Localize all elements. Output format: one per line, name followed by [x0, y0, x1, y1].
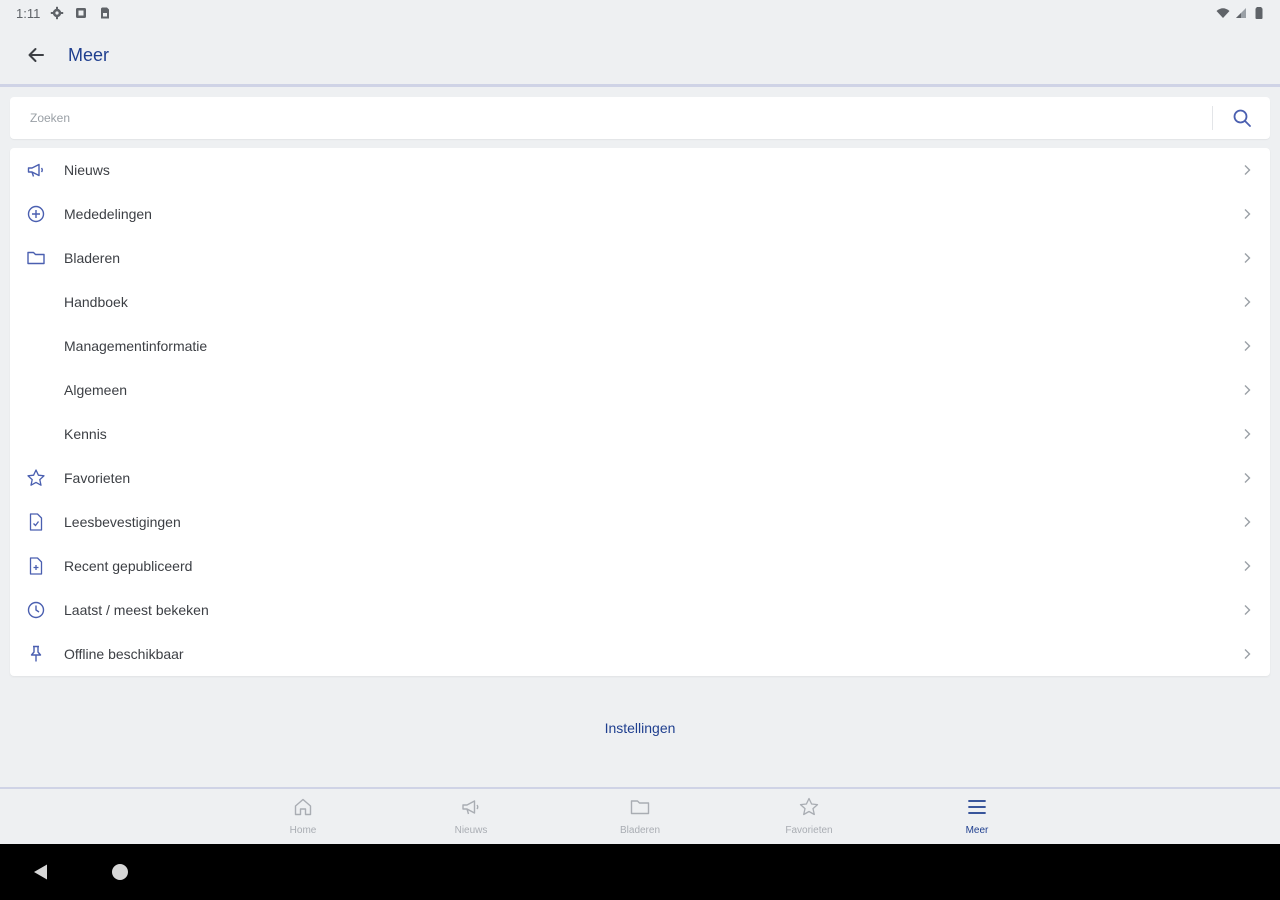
battery-icon	[1255, 7, 1263, 19]
nav-label: Bladeren	[619, 825, 661, 836]
chevron-right-icon	[1244, 297, 1251, 307]
nav-label: Home	[289, 825, 317, 836]
menu-item-label: Handboek	[64, 294, 128, 310]
chevron-right-icon	[1244, 429, 1251, 439]
chevron-right-icon	[1244, 473, 1251, 483]
chevron-right-icon	[1244, 253, 1251, 263]
chevron-right-icon	[1244, 561, 1251, 571]
menu-item-managementinformatie[interactable]: Managementinformatie	[10, 324, 1270, 368]
nav-nieuws[interactable]: Nieuws	[421, 795, 521, 841]
plus-circle-icon	[26, 204, 46, 224]
bottom-navigation: Home Nieuws Bladeren Favorieten Meer	[0, 787, 1280, 844]
page-title: Meer	[68, 44, 110, 65]
chevron-right-icon	[1244, 649, 1251, 659]
chevron-right-icon	[1244, 605, 1251, 615]
document-plus-icon	[26, 556, 46, 576]
menu-icon	[965, 795, 989, 819]
menu-item-favorieten[interactable]: Favorieten	[10, 456, 1270, 500]
notification-square-icon	[76, 8, 87, 18]
menu-list: Nieuws Mededelingen Bladeren Handboek Ma…	[10, 148, 1270, 676]
menu-item-kennis[interactable]: Kennis	[10, 412, 1270, 456]
nav-favorieten[interactable]: Favorieten	[759, 795, 859, 841]
nav-meer[interactable]: Meer	[927, 795, 1027, 841]
menu-item-label: Recent gepubliceerd	[64, 558, 193, 574]
search-icon	[1233, 109, 1251, 127]
nav-bladeren[interactable]: Bladeren	[590, 795, 690, 841]
nav-label: Meer	[965, 825, 989, 836]
menu-item-algemeen[interactable]: Algemeen	[10, 368, 1270, 412]
megaphone-icon	[26, 160, 46, 180]
menu-item-label: Mededelingen	[64, 206, 152, 222]
system-navigation-bar	[0, 844, 1280, 900]
menu-item-label: Leesbevestigingen	[64, 514, 181, 530]
arrow-left-icon	[28, 48, 44, 62]
star-icon	[26, 468, 46, 488]
menu-item-label: Kennis	[64, 426, 107, 442]
star-icon	[797, 795, 821, 819]
settings-link[interactable]: Instellingen	[0, 720, 1280, 736]
menu-item-bladeren[interactable]: Bladeren	[10, 236, 1270, 280]
menu-item-label: Bladeren	[64, 250, 121, 266]
signal-icon	[1236, 8, 1246, 18]
chevron-right-icon	[1244, 385, 1251, 395]
chevron-right-icon	[1244, 517, 1251, 527]
app-bar: Meer	[0, 26, 1280, 87]
back-button[interactable]	[24, 43, 48, 67]
menu-item-label: Algemeen	[64, 382, 128, 398]
folder-icon	[26, 248, 46, 268]
chevron-right-icon	[1244, 209, 1251, 219]
menu-item-offline-beschikbaar[interactable]: Offline beschikbaar	[10, 632, 1270, 676]
nav-home[interactable]: Home	[253, 795, 353, 841]
sim-card-icon	[101, 7, 110, 19]
menu-item-laatst-meest-bekeken[interactable]: Laatst / meest bekeken	[10, 588, 1270, 632]
menu-item-label: Favorieten	[64, 470, 131, 486]
nav-label: Favorieten	[785, 825, 833, 836]
megaphone-icon	[459, 795, 483, 819]
menu-item-handboek[interactable]: Handboek	[10, 280, 1270, 324]
wifi-icon	[1216, 8, 1230, 18]
pin-icon	[26, 644, 46, 664]
menu-item-label: Laatst / meest bekeken	[64, 602, 209, 618]
menu-item-mededelingen[interactable]: Mededelingen	[10, 192, 1270, 236]
clock-icon	[26, 600, 46, 620]
menu-item-label: Offline beschikbaar	[64, 646, 184, 662]
search-input[interactable]	[10, 97, 1212, 139]
status-bar: 1:11	[0, 0, 1280, 26]
menu-item-leesbevestigingen[interactable]: Leesbevestigingen	[10, 500, 1270, 544]
menu-item-nieuws[interactable]: Nieuws	[10, 148, 1270, 192]
home-icon	[291, 795, 315, 819]
chevron-right-icon	[1244, 165, 1251, 175]
menu-item-label: Managementinformatie	[64, 338, 208, 354]
chevron-right-icon	[1244, 341, 1251, 351]
menu-item-recent-gepubliceerd[interactable]: Recent gepubliceerd	[10, 544, 1270, 588]
system-home-icon[interactable]	[112, 864, 128, 880]
nav-label: Nieuws	[454, 825, 488, 836]
status-time: 1:11	[16, 5, 41, 21]
folder-icon	[628, 795, 652, 819]
search-button[interactable]	[1213, 97, 1270, 139]
menu-item-label: Nieuws	[64, 162, 110, 178]
settings-gear-icon	[51, 6, 64, 20]
search-bar	[10, 97, 1270, 139]
document-check-icon	[26, 512, 46, 532]
system-back-icon[interactable]	[32, 863, 50, 881]
